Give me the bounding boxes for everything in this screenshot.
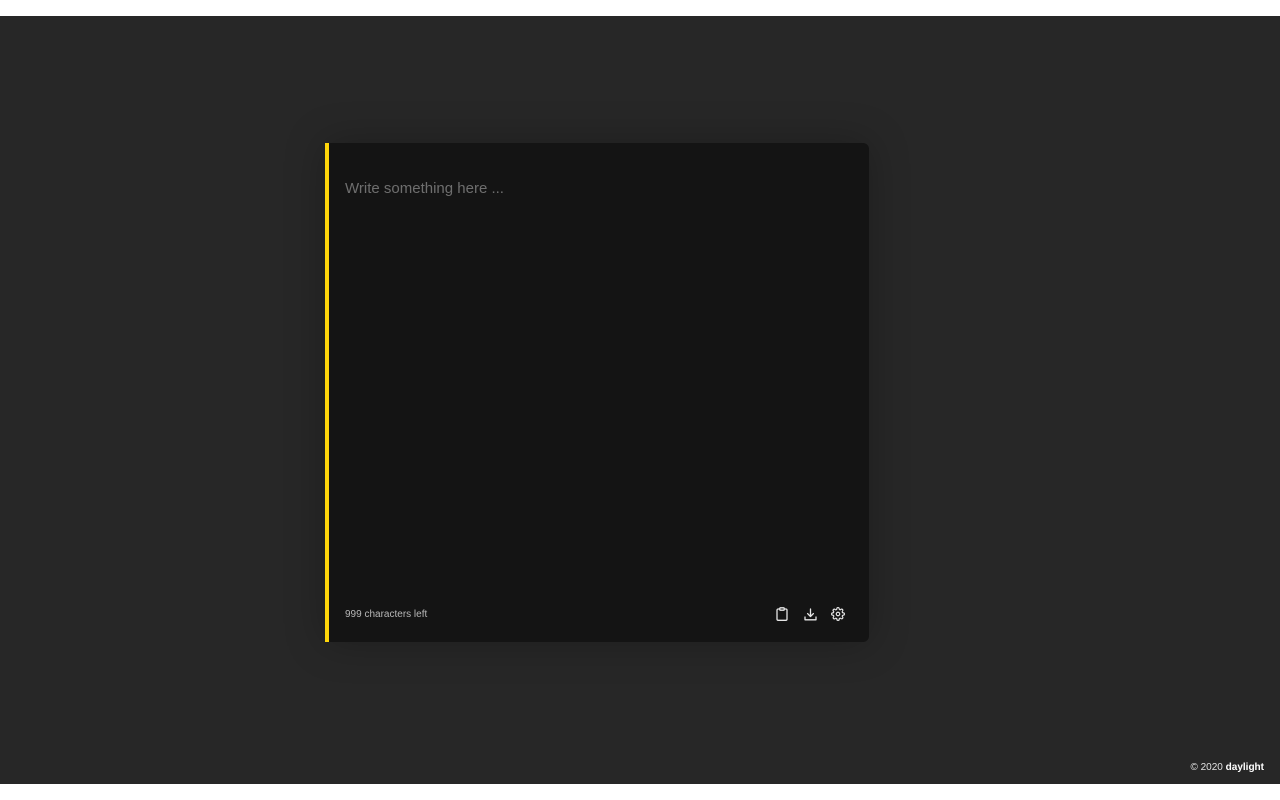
brand-link[interactable]: daylight (1226, 762, 1264, 773)
gear-icon (831, 607, 845, 621)
copyright-text: © 2020 (1190, 762, 1223, 773)
copy-button[interactable] (775, 606, 789, 622)
characters-left-counter: 999 characters left (345, 609, 428, 620)
download-icon (803, 607, 817, 620)
settings-button[interactable] (831, 606, 845, 622)
clipboard-icon (776, 607, 788, 621)
editor-toolbar (775, 606, 845, 622)
editor-card: 999 characters left (325, 143, 869, 642)
footer: © 2020 daylight (1190, 762, 1264, 773)
note-textarea[interactable] (345, 179, 845, 599)
download-button[interactable] (803, 606, 817, 622)
app-background: 999 characters left (0, 16, 1280, 784)
accent-bar (325, 143, 329, 642)
